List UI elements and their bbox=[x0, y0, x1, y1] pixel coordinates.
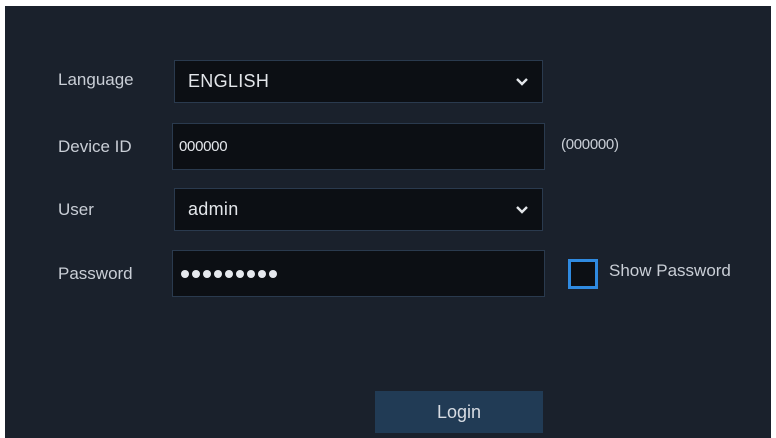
login-panel: Language ENGLISH Device ID 000000 (00000… bbox=[5, 6, 771, 438]
password-dot bbox=[258, 269, 266, 278]
user-value: admin bbox=[188, 199, 239, 219]
password-label: Password bbox=[58, 264, 133, 283]
password-dot bbox=[192, 269, 200, 278]
chevron-down-icon bbox=[516, 77, 528, 86]
user-label: User bbox=[58, 200, 94, 219]
password-input[interactable] bbox=[172, 250, 545, 297]
device-id-label: Device ID bbox=[58, 137, 132, 156]
login-button[interactable]: Login bbox=[375, 391, 543, 433]
user-select[interactable]: admin bbox=[174, 188, 543, 231]
language-select[interactable]: ENGLISH bbox=[174, 60, 543, 103]
password-dot bbox=[203, 269, 211, 278]
password-dot bbox=[225, 269, 233, 278]
password-dot bbox=[247, 269, 255, 278]
password-dot bbox=[214, 269, 222, 278]
language-value: ENGLISH bbox=[188, 71, 270, 91]
password-dot bbox=[181, 269, 189, 278]
show-password-checkbox[interactable] bbox=[568, 259, 598, 289]
show-password-label: Show Password bbox=[609, 261, 731, 280]
chevron-down-icon bbox=[516, 205, 528, 214]
device-id-value: 000000 bbox=[179, 138, 228, 155]
device-id-input[interactable]: 000000 bbox=[172, 123, 545, 170]
language-label: Language bbox=[58, 70, 134, 89]
device-id-hint: (000000) bbox=[561, 136, 619, 153]
password-mask bbox=[173, 269, 277, 278]
password-dot bbox=[269, 269, 277, 278]
password-dot bbox=[236, 269, 244, 278]
